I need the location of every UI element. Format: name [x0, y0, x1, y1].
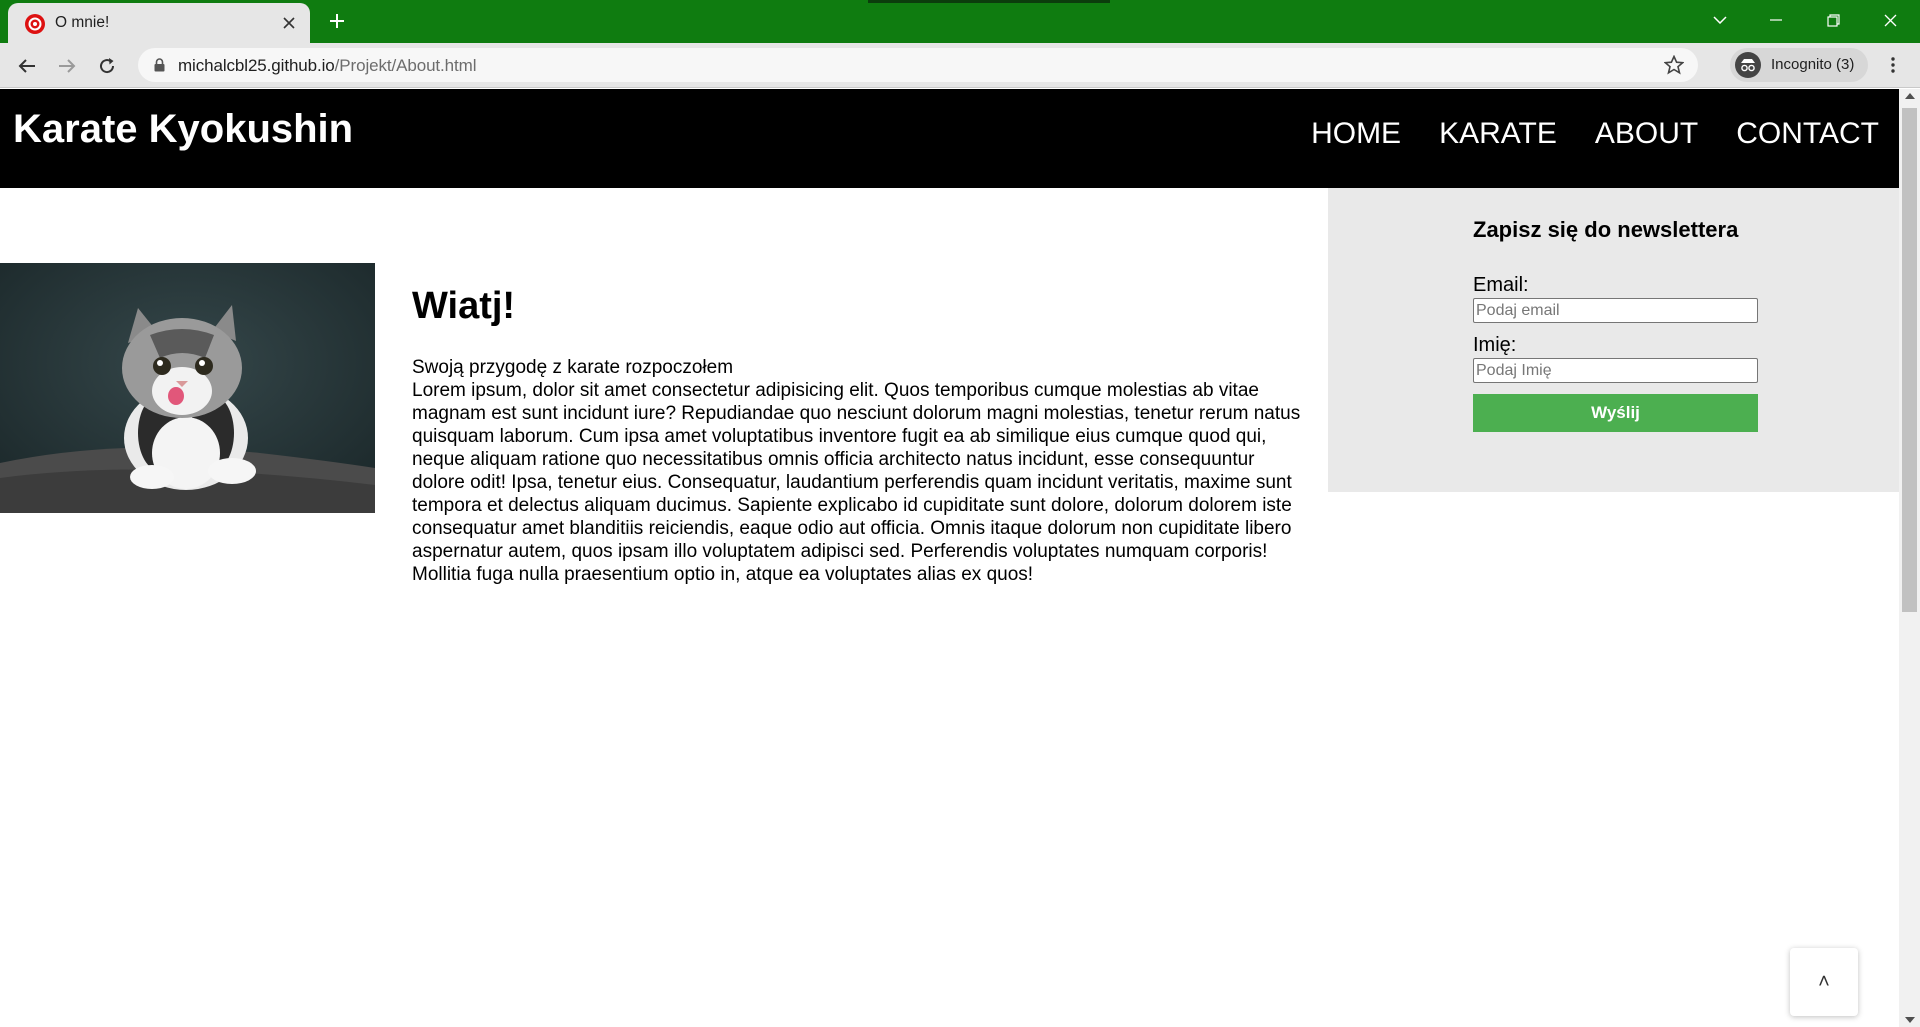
page-viewport: Karate Kyokushin HOME KARATE ABOUT CONTA… — [0, 89, 1899, 1027]
browser-toolbar: michalcbl25.github.io/Projekt/About.html… — [0, 43, 1920, 88]
tab-search-icon[interactable] — [1692, 0, 1748, 40]
email-field[interactable] — [1473, 298, 1758, 323]
article-body: Lorem ipsum, dolor sit amet consectetur … — [412, 380, 1301, 585]
submit-button[interactable]: Wyślij — [1473, 394, 1758, 432]
about-article: Wiatj! Swoją przygodę z karate rozpoczoł… — [412, 285, 1312, 586]
new-tab-icon[interactable] — [325, 9, 349, 33]
scrollbar-thumb[interactable] — [1902, 108, 1917, 612]
nav-link-karate[interactable]: KARATE — [1439, 117, 1557, 151]
reload-icon[interactable] — [92, 51, 122, 81]
url-host: michalcbl25.github.io — [178, 56, 335, 75]
name-field[interactable] — [1473, 358, 1758, 383]
bookmark-star-icon[interactable] — [1663, 54, 1685, 80]
article-intro: Swoją przygodę z karate rozpoczołem — [412, 357, 734, 378]
minimize-icon[interactable] — [1748, 0, 1804, 40]
incognito-indicator[interactable]: Incognito (3) — [1730, 48, 1868, 82]
url-text: michalcbl25.github.io/Projekt/About.html — [178, 56, 477, 76]
site-title: Karate Kyokushin — [13, 107, 354, 151]
kitten-photo — [0, 263, 375, 513]
scroll-to-top-button[interactable]: ˄ — [1790, 948, 1858, 1016]
url-path: /Projekt/About.html — [334, 56, 477, 75]
browser-tab-strip: O mnie! — [0, 0, 1920, 43]
address-bar[interactable]: michalcbl25.github.io/Projekt/About.html — [138, 48, 1698, 82]
newsletter-panel: Zapisz się do newslettera Email: Imię: W… — [1328, 188, 1899, 492]
incognito-label: Incognito (3) — [1771, 56, 1855, 73]
nav-link-home[interactable]: HOME — [1311, 117, 1401, 151]
email-label: Email: — [1473, 274, 1529, 296]
close-icon[interactable] — [278, 12, 300, 34]
back-arrow-icon[interactable] — [12, 51, 42, 81]
article-heading: Wiatj! — [412, 285, 516, 327]
main-nav: HOME KARATE ABOUT CONTACT — [1311, 117, 1879, 151]
restore-icon[interactable] — [1805, 0, 1861, 40]
window-close-icon[interactable] — [1862, 0, 1918, 40]
scroll-down-arrow-icon[interactable] — [1905, 1017, 1915, 1023]
forward-arrow-icon[interactable] — [52, 51, 82, 81]
page-scrollbar[interactable] — [1899, 89, 1920, 1027]
scroll-up-arrow-icon[interactable] — [1905, 93, 1915, 99]
kebab-menu-icon[interactable] — [1880, 52, 1906, 78]
browser-tab-active[interactable]: O mnie! — [8, 3, 310, 43]
nav-link-contact[interactable]: CONTACT — [1736, 117, 1879, 151]
tab-title: O mnie! — [55, 14, 110, 31]
site-header: Karate Kyokushin HOME KARATE ABOUT CONTA… — [0, 89, 1899, 188]
newsletter-heading: Zapisz się do newslettera — [1473, 217, 1739, 242]
karate-logo-icon — [24, 13, 46, 35]
window-drag-strip — [868, 0, 1110, 3]
incognito-icon — [1735, 52, 1761, 78]
name-label: Imię: — [1473, 334, 1517, 356]
lock-icon[interactable] — [154, 58, 165, 77]
nav-link-about[interactable]: ABOUT — [1595, 117, 1698, 151]
